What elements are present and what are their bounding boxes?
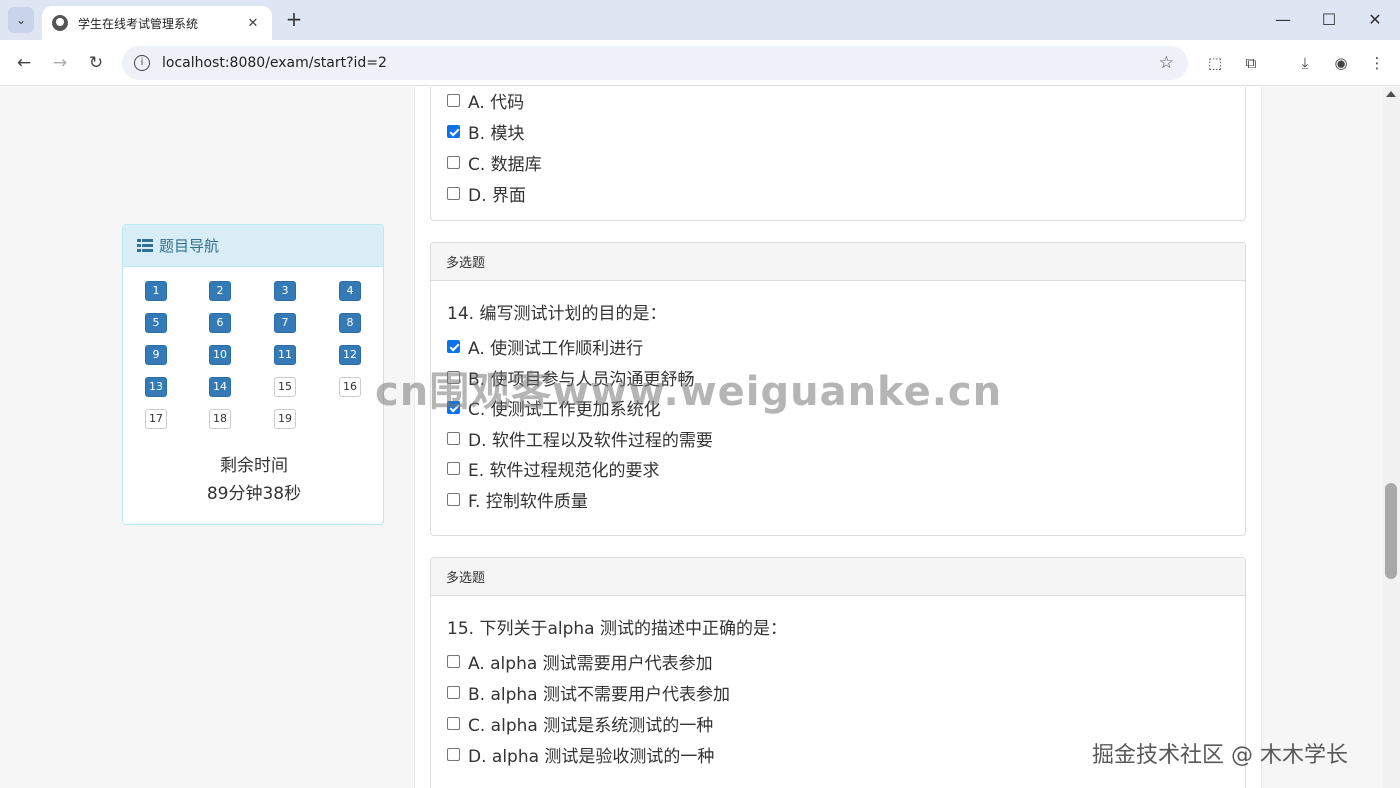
option-label: B. alpha 测试不需要用户代表参加 [468, 685, 730, 705]
question-nav-button-19[interactable]: 19 [274, 409, 296, 429]
watermark-corner: 掘金技术社区 @ 木木学长 [1092, 743, 1348, 768]
scrollbar-thumb[interactable] [1385, 483, 1397, 579]
question-nav-button-13[interactable]: 13 [145, 377, 167, 397]
option-label: A. alpha 测试需要用户代表参加 [468, 654, 713, 674]
question-nav-button-10[interactable]: 10 [209, 345, 231, 365]
question-nav-button-9[interactable]: 9 [145, 345, 167, 365]
back-arrow-icon[interactable]: ← [12, 51, 36, 75]
option-5[interactable]: E. 软件过程规范化的要求 [447, 456, 660, 481]
option-checkbox[interactable] [447, 717, 460, 730]
navigator-header: 题目导航 [123, 225, 383, 267]
option-label: F. 控制软件质量 [468, 492, 588, 512]
option-checkbox[interactable] [447, 748, 460, 761]
option-label: D. 界面 [468, 186, 526, 206]
question-text: 14. 编写测试计划的目的是： [447, 304, 667, 324]
profile-avatar-icon[interactable]: ◉ [1330, 52, 1352, 74]
right-column [1261, 87, 1383, 788]
forward-arrow-icon[interactable]: → [48, 51, 72, 75]
bookmark-star-icon[interactable]: ☆ [1159, 53, 1174, 73]
download-icon[interactable]: ⤓ [1294, 52, 1316, 74]
question-nav-button-6[interactable]: 6 [209, 313, 231, 333]
option-label: B. 模块 [468, 124, 525, 144]
option-label: A. 代码 [468, 93, 525, 113]
option-label: C. 数据库 [468, 155, 542, 175]
menu-kebab-icon[interactable]: ⋮ [1366, 52, 1388, 74]
option-checkbox[interactable] [447, 94, 460, 107]
tab-list-chevron-icon[interactable]: ⌄ [8, 7, 34, 33]
option-2[interactable]: B. 模块 [447, 119, 524, 144]
globe-icon [52, 15, 68, 31]
option-3[interactable]: C. alpha 测试是系统测试的一种 [447, 711, 713, 736]
question-card-13: A. 代码 B. 模块 C. 数据库 D. 界面 [430, 87, 1246, 221]
option-label: D. alpha 测试是验收测试的一种 [468, 747, 715, 767]
question-nav-button-8[interactable]: 8 [339, 313, 361, 333]
question-nav-button-2[interactable]: 2 [209, 281, 231, 301]
url-text[interactable]: localhost:8080/exam/start?id=2 [162, 55, 1159, 71]
option-1[interactable]: A. 使测试工作顺利进行 [447, 334, 643, 359]
option-checkbox[interactable] [447, 125, 460, 138]
list-icon [137, 239, 153, 252]
option-checkbox[interactable] [447, 655, 460, 668]
crop-icon[interactable]: ⬚ [1204, 52, 1226, 74]
maximize-icon[interactable]: ☐ [1306, 6, 1352, 34]
browser-tab-bar: ⌄ 学生在线考试管理系统 ✕ + — ☐ ✕ [0, 0, 1400, 40]
timer-value: 89分钟38秒 [206, 484, 302, 504]
question-type-header: 多选题 [431, 243, 1245, 281]
question-nav-button-17[interactable]: 17 [145, 409, 167, 429]
tab-title: 学生在线考试管理系统 [78, 16, 199, 31]
option-checkbox[interactable] [447, 686, 460, 699]
option-1[interactable]: A. alpha 测试需要用户代表参加 [447, 649, 713, 674]
option-checkbox[interactable] [447, 187, 460, 200]
page-viewport: 题目导航 1 2 3 4 5 6 7 8 9 10 11 12 13 14 15 16 17 18 19 剩余时间 … [0, 87, 1400, 788]
option-checkbox[interactable] [447, 462, 460, 476]
option-2[interactable]: B. alpha 测试不需要用户代表参加 [447, 680, 730, 705]
question-nav-button-16[interactable]: 16 [339, 377, 361, 397]
question-nav-button-5[interactable]: 5 [145, 313, 167, 333]
option-3[interactable]: C. 数据库 [447, 150, 542, 175]
question-nav-button-7[interactable]: 7 [274, 313, 296, 333]
minimize-icon[interactable]: — [1260, 6, 1306, 34]
question-text: 15. 下列关于alpha 测试的描述中正确的是： [447, 619, 787, 639]
question-nav-button-18[interactable]: 18 [209, 409, 231, 429]
option-4[interactable]: D. alpha 测试是验收测试的一种 [447, 742, 714, 767]
option-label: E. 软件过程规范化的要求 [468, 461, 660, 482]
option-label: C. alpha 测试是系统测试的一种 [468, 716, 714, 736]
tab-close-icon[interactable]: ✕ [244, 16, 262, 31]
question-nav-button-11[interactable]: 11 [274, 345, 296, 365]
window-close-icon[interactable]: ✕ [1352, 6, 1398, 34]
option-checkbox[interactable] [447, 340, 460, 353]
address-bar[interactable]: i localhost:8080/exam/start?id=2 ☆ [122, 46, 1188, 80]
option-label: D. 软件工程以及软件过程的需要 [468, 430, 713, 451]
question-nav-button-1[interactable]: 1 [145, 281, 167, 301]
option-checkbox[interactable] [447, 156, 460, 169]
option-4[interactable]: D. 界面 [447, 181, 526, 206]
reload-icon[interactable]: ↻ [84, 51, 108, 75]
question-nav-button-15[interactable]: 15 [274, 377, 296, 397]
question-navigator-panel: 题目导航 1 2 3 4 5 6 7 8 9 10 11 12 13 14 15 16 17 18 19 剩余时间 … [122, 224, 384, 525]
browser-tab[interactable]: 学生在线考试管理系统 ✕ [42, 6, 272, 40]
option-checkbox[interactable] [447, 493, 460, 506]
option-label: A. 使测试工作顺利进行 [468, 339, 644, 359]
option-6[interactable]: F. 控制软件质量 [447, 487, 588, 512]
scroll-up-arrow-icon[interactable] [1386, 91, 1396, 97]
extensions-puzzle-icon[interactable]: ⧉ [1240, 52, 1262, 74]
option-1[interactable]: A. 代码 [447, 88, 524, 113]
scrollbar-track[interactable] [1383, 87, 1400, 788]
timer-label: 剩余时间 [220, 456, 288, 476]
question-nav-button-3[interactable]: 3 [274, 281, 296, 301]
question-nav-button-12[interactable]: 12 [339, 345, 361, 365]
navigator-title: 题目导航 [159, 237, 220, 255]
question-type-header: 多选题 [431, 558, 1245, 596]
site-info-icon[interactable]: i [134, 55, 150, 71]
new-tab-plus-icon[interactable]: + [283, 8, 305, 30]
browser-toolbar: ← → ↻ i localhost:8080/exam/start?id=2 ☆… [0, 40, 1400, 86]
option-checkbox[interactable] [447, 431, 460, 445]
question-nav-button-4[interactable]: 4 [339, 281, 361, 301]
question-nav-button-14[interactable]: 14 [209, 377, 231, 397]
option-4[interactable]: D. 软件工程以及软件过程的需要 [447, 426, 713, 451]
watermark-center: cn围观客www.weiguanke.cn [375, 369, 1003, 415]
